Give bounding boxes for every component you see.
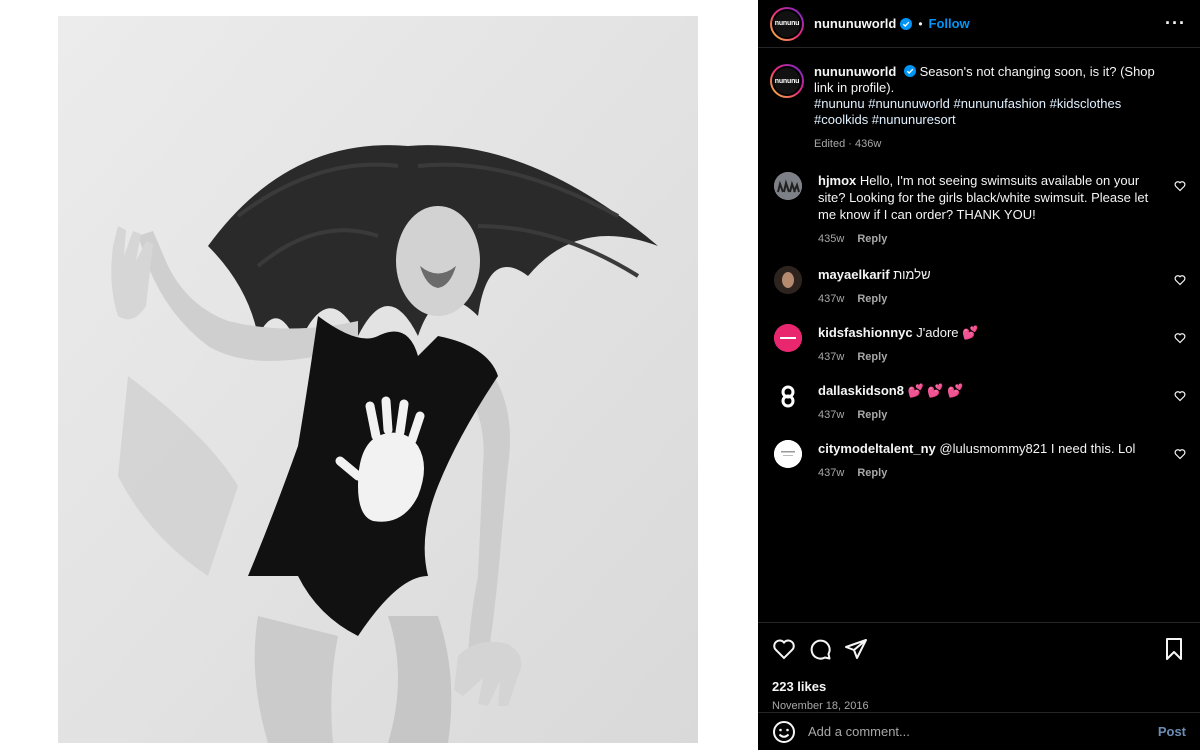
caption-hashtags[interactable]: #nununu #nununuworld #nununufashion #kid… bbox=[814, 96, 1121, 127]
comment-username[interactable]: citymodeltalent_ny bbox=[818, 441, 936, 456]
likes-count[interactable]: 223 likes bbox=[772, 679, 1186, 694]
comment-emoji: 💕 bbox=[962, 325, 979, 340]
caption-meta: Edited · 436w bbox=[814, 138, 882, 150]
small-heart-icon[interactable] bbox=[1174, 332, 1186, 344]
comment-item: kidsfashionnyc J'adore 💕 437w Reply bbox=[758, 324, 1200, 366]
save-icon[interactable] bbox=[1162, 637, 1186, 661]
avatar-logo-text: nununu bbox=[772, 8, 802, 39]
post-comment-button[interactable]: Post bbox=[1158, 724, 1186, 739]
follow-button[interactable]: Follow bbox=[929, 16, 970, 31]
comment-text: שלמות bbox=[893, 267, 931, 282]
comment-item: mayaelkarif שלמות 437w Reply bbox=[758, 266, 1200, 308]
reply-button[interactable]: Reply bbox=[857, 351, 887, 363]
verified-icon bbox=[903, 65, 916, 77]
comment-text: J'adore bbox=[916, 325, 959, 340]
comment-age: 437w bbox=[818, 409, 845, 421]
comment-item: hjmox Hello, I'm not seeing swimsuits av… bbox=[758, 172, 1200, 248]
comment-body: kidsfashionnyc J'adore 💕 437w Reply bbox=[818, 324, 1164, 366]
share-icon[interactable] bbox=[844, 637, 868, 661]
action-icons bbox=[772, 637, 1186, 661]
post-header: nununu nununuworld • Follow ··· bbox=[758, 0, 1200, 48]
header-separator: • bbox=[918, 16, 923, 31]
reply-button[interactable]: Reply bbox=[857, 293, 887, 305]
comment-username[interactable]: mayaelkarif bbox=[818, 267, 890, 282]
caption-username[interactable]: nununuworld bbox=[814, 64, 896, 79]
comment-body: dallaskidson8 💕 💕 💕 437w Reply bbox=[818, 382, 1164, 424]
media-area bbox=[0, 0, 758, 750]
post-actions: 223 likes November 18, 2016 bbox=[758, 622, 1200, 712]
caption-body: nununuworld Season's not changing soon, … bbox=[814, 64, 1176, 152]
commenter-avatar[interactable] bbox=[774, 172, 802, 200]
post-caption: nununu nununuworld Season's not changing… bbox=[758, 48, 1200, 152]
post-viewer: nununu nununuworld • Follow ··· nununu n… bbox=[0, 0, 1200, 750]
photo-illustration bbox=[58, 16, 698, 743]
more-options-icon[interactable]: ··· bbox=[1165, 13, 1186, 34]
comment-body: hjmox Hello, I'm not seeing swimsuits av… bbox=[818, 172, 1164, 248]
comment-input[interactable] bbox=[808, 724, 1158, 739]
avatar-logo-text: nununu bbox=[772, 66, 802, 96]
comment-item: citymodeltalent_ny @lulusmommy821 I need… bbox=[758, 440, 1200, 482]
small-heart-icon[interactable] bbox=[1174, 448, 1186, 460]
comment-body: citymodeltalent_ny @lulusmommy821 I need… bbox=[818, 440, 1164, 482]
comment-meta: 437w Reply bbox=[818, 407, 1164, 424]
comment-body: mayaelkarif שלמות 437w Reply bbox=[818, 266, 1164, 308]
author-avatar[interactable]: nununu bbox=[770, 6, 804, 41]
caption-avatar[interactable]: nununu bbox=[770, 64, 804, 98]
comment-text: @lulusmommy821 I need this. Lol bbox=[939, 441, 1136, 456]
author-username[interactable]: nununuworld bbox=[814, 16, 896, 31]
post-photo[interactable] bbox=[58, 16, 698, 743]
comment-text: Hello, I'm not seeing swimsuits availabl… bbox=[818, 173, 1149, 222]
comment-meta: 437w Reply bbox=[818, 465, 1164, 482]
comment-age: 437w bbox=[818, 467, 845, 479]
reply-button[interactable]: Reply bbox=[857, 409, 887, 421]
reply-button[interactable]: Reply bbox=[857, 467, 887, 479]
comment-age: 437w bbox=[818, 293, 845, 305]
commenter-avatar[interactable] bbox=[774, 266, 802, 294]
like-icon[interactable] bbox=[772, 637, 796, 661]
small-heart-icon[interactable] bbox=[1174, 390, 1186, 402]
reply-button[interactable]: Reply bbox=[857, 233, 887, 245]
emoji-icon[interactable] bbox=[772, 720, 796, 744]
comment-item: dallaskidson8 💕 💕 💕 437w Reply bbox=[758, 382, 1200, 424]
comment-username[interactable]: kidsfashionnyc bbox=[818, 325, 913, 340]
verified-icon bbox=[900, 17, 913, 30]
post-sidebar: nununu nununuworld • Follow ··· nununu n… bbox=[758, 0, 1200, 750]
comment-meta: 437w Reply bbox=[818, 291, 1164, 308]
small-heart-icon[interactable] bbox=[1174, 274, 1186, 286]
comment-age: 437w bbox=[818, 351, 845, 363]
comment-emoji: 💕 💕 💕 bbox=[907, 383, 964, 398]
comment-username[interactable]: dallaskidson8 bbox=[818, 383, 904, 398]
commenter-avatar[interactable] bbox=[774, 382, 802, 410]
commenter-avatar[interactable] bbox=[774, 440, 802, 468]
comment-meta: 435w Reply bbox=[818, 231, 1164, 248]
post-date: November 18, 2016 bbox=[772, 700, 869, 712]
comment-username[interactable]: hjmox bbox=[818, 173, 856, 188]
small-heart-icon[interactable] bbox=[1174, 180, 1186, 192]
comment-age: 435w bbox=[818, 233, 845, 245]
comment-icon[interactable] bbox=[808, 637, 832, 661]
add-comment-bar: Post bbox=[758, 712, 1200, 750]
comment-meta: 437w Reply bbox=[818, 349, 1164, 366]
commenter-avatar[interactable] bbox=[774, 324, 802, 352]
